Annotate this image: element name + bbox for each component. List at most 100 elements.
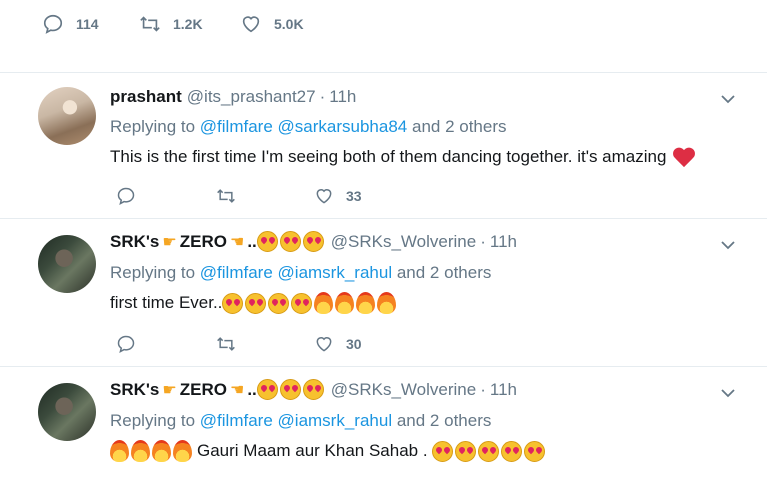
user-handle[interactable]: @SRKs_Wolverine bbox=[331, 232, 476, 252]
heart-eyes-emoji bbox=[431, 440, 453, 462]
pointing-hand-emoji: ☛ bbox=[162, 381, 177, 399]
replying-to: Replying to @filmfare @iamsrk_rahul and … bbox=[110, 263, 491, 283]
timestamp[interactable]: 11h bbox=[490, 232, 517, 252]
avatar[interactable] bbox=[38, 87, 96, 145]
fire-emoji bbox=[314, 292, 334, 314]
heart-eyes-emoji bbox=[477, 440, 499, 462]
heart-eyes-emoji bbox=[245, 292, 267, 314]
mention-link[interactable]: @iamsrk_rahul bbox=[278, 411, 393, 431]
like-count: 30 bbox=[346, 336, 362, 352]
reply-tweet-3[interactable]: SRK's ☛ ZERO ☚ .. @SRKs_Wolverine · 11h … bbox=[0, 367, 767, 481]
heart-eyes-emoji bbox=[268, 292, 290, 314]
replying-to: Replying to @filmfare @sarkarsubha84 and… bbox=[110, 117, 507, 137]
heart-eyes-emoji bbox=[523, 440, 545, 462]
tweet-header: SRK's ☛ ZERO ☚ .. @SRKs_Wolverine · 11h bbox=[110, 379, 517, 400]
retweet-button[interactable] bbox=[216, 185, 236, 207]
display-name[interactable]: SRK's bbox=[110, 232, 159, 252]
pointing-hand-emoji: ☛ bbox=[162, 233, 177, 251]
separator-dot: · bbox=[480, 231, 486, 251]
like-count: 5.0K bbox=[274, 16, 304, 32]
heart-eyes-emoji bbox=[500, 440, 522, 462]
user-handle[interactable]: @SRKs_Wolverine bbox=[331, 380, 476, 400]
like-icon bbox=[242, 16, 260, 33]
retweet-count: 1.2K bbox=[173, 16, 203, 32]
tweet-body: first time Ever.. bbox=[110, 293, 223, 312]
timestamp[interactable]: 11h bbox=[329, 87, 356, 107]
timestamp[interactable]: 11h bbox=[490, 380, 517, 400]
like-button[interactable]: 33 bbox=[314, 185, 362, 207]
like-button[interactable]: 5.0K bbox=[240, 12, 304, 36]
reply-button[interactable] bbox=[116, 185, 136, 207]
reply-icon bbox=[43, 14, 63, 34]
display-name[interactable]: SRK's bbox=[110, 380, 159, 400]
tweet-header: SRK's ☛ ZERO ☚ .. @SRKs_Wolverine · 11h bbox=[110, 231, 517, 252]
reply-icon bbox=[117, 335, 135, 353]
fire-emoji bbox=[335, 292, 355, 314]
fire-emoji bbox=[356, 292, 376, 314]
mention-link[interactable]: @iamsrk_rahul bbox=[278, 263, 393, 283]
chevron-down-icon[interactable] bbox=[720, 385, 736, 401]
retweet-icon bbox=[217, 189, 235, 203]
tweet-text: This is the first time I'm seeing both o… bbox=[110, 146, 696, 168]
replying-label: Replying to bbox=[110, 117, 196, 136]
heart-eyes-emoji bbox=[256, 379, 278, 400]
user-handle[interactable]: @its_prashant27 bbox=[187, 87, 316, 107]
avatar[interactable] bbox=[38, 383, 96, 441]
like-count: 33 bbox=[346, 188, 362, 204]
retweet-icon bbox=[140, 16, 160, 32]
separator-dot: · bbox=[480, 379, 486, 399]
display-name-part[interactable]: .. bbox=[247, 380, 256, 400]
others-link[interactable]: and 2 others bbox=[397, 263, 492, 283]
mention-link[interactable]: @filmfare bbox=[200, 117, 273, 137]
fire-emoji bbox=[131, 440, 150, 462]
fire-emoji bbox=[152, 440, 171, 462]
display-name[interactable]: prashant bbox=[110, 87, 182, 107]
display-name-part[interactable]: ZERO bbox=[180, 232, 227, 252]
like-icon bbox=[316, 189, 332, 204]
reply-tweet-2[interactable]: SRK's ☛ ZERO ☚ .. @SRKs_Wolverine · 11h … bbox=[0, 219, 767, 366]
retweet-button[interactable] bbox=[216, 333, 236, 355]
heart-eyes-emoji bbox=[256, 231, 278, 252]
replying-to: Replying to @filmfare @iamsrk_rahul and … bbox=[110, 411, 491, 431]
retweet-icon bbox=[217, 337, 235, 351]
display-name-part[interactable]: .. bbox=[247, 232, 256, 252]
tweet-body: This is the first time I'm seeing both o… bbox=[110, 147, 667, 166]
fire-emoji bbox=[377, 292, 397, 314]
pointing-hand-emoji: ☚ bbox=[229, 381, 245, 399]
chevron-down-icon[interactable] bbox=[720, 91, 736, 107]
heart-eyes-emoji bbox=[454, 440, 476, 462]
mention-link[interactable]: @sarkarsubha84 bbox=[278, 117, 408, 137]
reply-tweet-1[interactable]: prashant @its_prashant27 · 11h Replying … bbox=[0, 73, 767, 218]
like-button[interactable]: 30 bbox=[314, 333, 362, 355]
fire-emoji bbox=[110, 440, 129, 462]
separator-dot: · bbox=[319, 87, 326, 106]
tweet-header: prashant @its_prashant27 · 11h bbox=[110, 87, 356, 107]
retweet-button[interactable]: 1.2K bbox=[139, 12, 203, 36]
heart-eyes-emoji bbox=[302, 379, 324, 400]
avatar[interactable] bbox=[38, 235, 96, 293]
reply-button[interactable] bbox=[116, 333, 136, 355]
replying-label: Replying to bbox=[110, 411, 196, 430]
heart-eyes-emoji bbox=[279, 379, 301, 400]
reply-icon bbox=[117, 187, 135, 205]
others-link[interactable]: and 2 others bbox=[412, 117, 507, 137]
reply-button[interactable]: 114 bbox=[42, 12, 99, 36]
mention-link[interactable]: @filmfare bbox=[200, 263, 273, 283]
reply-count: 114 bbox=[76, 16, 99, 32]
heart-eyes-emoji bbox=[279, 231, 301, 252]
replying-label: Replying to bbox=[110, 263, 196, 282]
heart-eyes-emoji bbox=[222, 292, 244, 314]
others-link[interactable]: and 2 others bbox=[397, 411, 492, 431]
pointing-hand-emoji: ☚ bbox=[229, 233, 245, 251]
like-icon bbox=[316, 337, 332, 352]
display-name-part[interactable]: ZERO bbox=[180, 380, 227, 400]
tweet-text: first time Ever.. bbox=[110, 292, 398, 314]
mention-link[interactable]: @filmfare bbox=[200, 411, 273, 431]
tweet-text: Gauri Maam aur Khan Sahab . bbox=[110, 440, 547, 462]
fire-emoji bbox=[173, 440, 192, 462]
heart-eyes-emoji bbox=[302, 231, 324, 252]
parent-tweet-actions: 114 1.2K 5.0K bbox=[0, 0, 767, 50]
heart-eyes-emoji bbox=[291, 292, 313, 314]
red-heart-emoji bbox=[672, 146, 696, 168]
chevron-down-icon[interactable] bbox=[720, 237, 736, 253]
